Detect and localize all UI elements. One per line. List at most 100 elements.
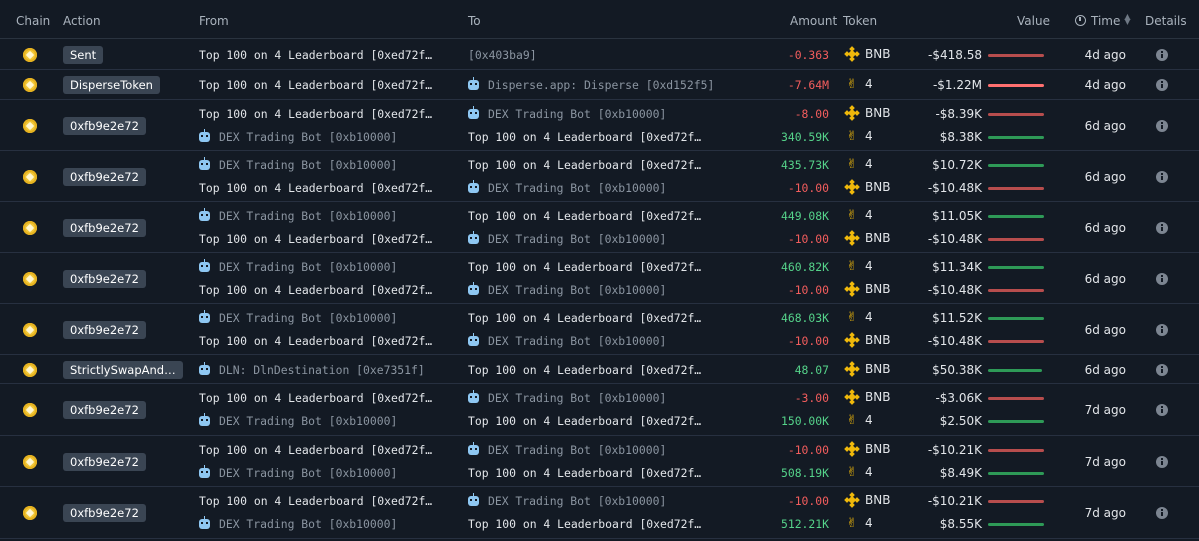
action-badge[interactable]: Sent xyxy=(63,45,104,64)
to-address-link[interactable]: Disperse.app: Disperse [0xd152f5] xyxy=(468,77,714,92)
table-row[interactable]: 0xfb9e2e72 DEX Trading Bot [0xb10000] Top … xyxy=(0,202,1199,253)
action-badge[interactable]: 0xfb9e2e72 xyxy=(63,218,146,237)
from-address-link[interactable]: Top 100 on 4 Leaderboard [0xed72f… xyxy=(199,78,432,92)
token-link[interactable]: ✌ 4 xyxy=(845,465,873,479)
to-address-link[interactable]: Top 100 on 4 Leaderboard [0xed72f… xyxy=(468,311,701,325)
token-link[interactable]: BNB xyxy=(844,229,890,246)
info-icon[interactable] xyxy=(1156,323,1168,336)
from-address-link[interactable]: Top 100 on 4 Leaderboard [0xed72f… xyxy=(199,443,432,457)
token-link[interactable]: BNB xyxy=(844,45,891,62)
from-address-link[interactable]: Top 100 on 4 Leaderboard [0xed72f… xyxy=(199,494,432,508)
from-address-link[interactable]: Top 100 on 4 Leaderboard [0xed72f… xyxy=(199,107,432,121)
action-badge[interactable]: 0xfb9e2e72 xyxy=(63,269,146,288)
from-address-link[interactable]: DEX Trading Bot [0xb10000] xyxy=(199,258,397,274)
table-row[interactable]: 0xfb9e2e72 Top 100 on 4 Leaderboard [0xed… xyxy=(0,436,1199,487)
from-address-link[interactable]: DEX Trading Bot [0xb10000] xyxy=(199,309,397,325)
to-address-link[interactable]: DEX Trading Bot [0xb10000] xyxy=(468,281,667,297)
token-link[interactable]: ✌ 4 xyxy=(845,516,873,530)
to-address-link[interactable]: Top 100 on 4 Leaderboard [0xed72f… xyxy=(468,517,701,531)
action-badge[interactable]: 0xfb9e2e72 xyxy=(63,320,146,339)
from-address-link[interactable]: Top 100 on 4 Leaderboard [0xed72f… xyxy=(199,334,432,348)
info-icon[interactable] xyxy=(1156,455,1168,468)
to-address-link[interactable]: Top 100 on 4 Leaderboard [0xed72f… xyxy=(468,260,701,274)
to-address-link[interactable]: DEX Trading Bot [0xb10000] xyxy=(468,179,666,195)
token-link[interactable]: ✌ 4 xyxy=(845,259,873,273)
from-address-link[interactable]: Top 100 on 4 Leaderboard [0xed72f… xyxy=(199,391,432,405)
from-address-link[interactable]: DEX Trading Bot [0xb10000] xyxy=(199,128,397,144)
header-time-sort[interactable]: Time ▲ ▼ xyxy=(1075,13,1131,28)
from-address-label: DEX Trading Bot [0xb10000] xyxy=(219,414,398,428)
token-link[interactable]: ✌ 4 xyxy=(845,208,873,222)
to-address-link[interactable]: Top 100 on 4 Leaderboard [0xed72f… xyxy=(468,414,701,428)
token-link[interactable]: BNB xyxy=(844,178,890,195)
to-address-link[interactable]: DEX Trading Bot [0xb10000] xyxy=(468,390,666,405)
token-link[interactable]: BNB xyxy=(844,331,890,348)
from-address-link[interactable]: Top 100 on 4 Leaderboard [0xed72f… xyxy=(199,283,432,297)
to-address-link[interactable]: [0x403ba9] xyxy=(468,48,537,62)
from-address-link[interactable]: Top 100 on 4 Leaderboard [0xed72f… xyxy=(199,48,432,62)
token-link[interactable]: ✌ 4 xyxy=(845,413,873,427)
to-address-link[interactable]: DEX Trading Bot [0xb10000] xyxy=(468,105,666,121)
table-row[interactable]: 0xfb9e2e72 DEX Trading Bot [0xb10000] Top … xyxy=(0,253,1199,304)
table-row[interactable]: 0xfb9e2e72 Top 100 on 4 Leaderboard [0xed… xyxy=(0,487,1199,539)
table-row[interactable]: 0xfb9e2e72 Top 100 on 4 Leaderboard [0xed… xyxy=(0,100,1199,151)
table-row[interactable]: StrictlySwapAnd… DLN: DlnDestination [0xe… xyxy=(0,355,1199,384)
value-bar xyxy=(988,339,1044,343)
from-address-label: DEX Trading Bot [0xb10000] xyxy=(219,208,398,223)
token-link[interactable]: BNB xyxy=(844,280,890,297)
table-row[interactable]: 0xfb9e2e72 DEX Trading Bot [0xb10000] Top … xyxy=(0,151,1199,202)
to-address-link[interactable]: Top 100 on 4 Leaderboard [0xed72f… xyxy=(468,209,701,223)
to-address-link[interactable]: Top 100 on 4 Leaderboard [0xed72f… xyxy=(468,130,701,144)
token-link[interactable]: BNB xyxy=(844,440,890,457)
to-address-link[interactable]: DEX Trading Bot [0xb10000] xyxy=(468,441,666,457)
to-address-label: DEX Trading Bot [0xb10000] xyxy=(488,282,667,297)
from-address-label: Top 100 on 4 Leaderboard [0xed72f… xyxy=(199,231,433,246)
info-icon[interactable] xyxy=(1156,363,1168,376)
sort-icon[interactable]: ▲ ▼ xyxy=(1124,13,1130,26)
action-badge[interactable]: 0xfb9e2e72 xyxy=(63,504,146,522)
table-row[interactable]: 0xfb9e2e72 Top 100 on 4 Leaderboard [0xed… xyxy=(0,384,1199,436)
table-row[interactable]: Sent Top 100 on 4 Leaderboard [0xed72f… [0… xyxy=(0,39,1199,70)
from-address-link[interactable]: DEX Trading Bot [0xb10000] xyxy=(199,413,398,428)
from-address-link[interactable]: DEX Trading Bot [0xb10000] xyxy=(199,156,397,172)
to-address-link[interactable]: Top 100 on 4 Leaderboard [0xed72f… xyxy=(468,363,701,377)
token-link[interactable]: BNB xyxy=(844,389,890,405)
from-address-link[interactable]: DLN: DlnDestination [0xe7351f] xyxy=(199,361,425,377)
action-badge[interactable]: StrictlySwapAnd… xyxy=(63,360,183,379)
action-badge[interactable]: 0xfb9e2e72 xyxy=(63,167,146,186)
to-address-link[interactable]: Top 100 on 4 Leaderboard [0xed72f… xyxy=(468,158,701,172)
action-badge[interactable]: 0xfb9e2e72 xyxy=(63,452,146,471)
action-badge[interactable]: DisperseToken xyxy=(63,76,160,94)
info-icon[interactable] xyxy=(1156,48,1168,61)
action-badge[interactable]: 0xfb9e2e72 xyxy=(63,116,146,135)
token-link[interactable]: BNB xyxy=(844,104,890,121)
token-link[interactable]: ✌ 4 xyxy=(845,129,873,143)
info-icon[interactable] xyxy=(1156,119,1168,132)
info-icon[interactable] xyxy=(1156,404,1168,416)
token-symbol: BNB xyxy=(865,46,891,61)
from-address-link[interactable]: Top 100 on 4 Leaderboard [0xed72f… xyxy=(199,181,432,195)
action-badge[interactable]: 0xfb9e2e72 xyxy=(63,401,146,419)
from-address-link[interactable]: DEX Trading Bot [0xb10000] xyxy=(199,516,397,531)
table-row[interactable]: 0xfb9e2e72 DEX Trading Bot [0xb10000] Top … xyxy=(0,304,1199,355)
info-icon[interactable] xyxy=(1156,79,1168,91)
to-address-link[interactable]: DEX Trading Bot [0xb10000] xyxy=(468,230,666,246)
token-link[interactable]: BNB xyxy=(844,360,890,377)
to-address-link[interactable]: DEX Trading Bot [0xb10000] xyxy=(468,332,666,348)
info-icon[interactable] xyxy=(1156,170,1168,183)
token-symbol: 4 xyxy=(865,156,873,171)
to-address-link[interactable]: DEX Trading Bot [0xb10000] xyxy=(468,493,666,508)
info-icon[interactable] xyxy=(1156,221,1168,234)
info-icon[interactable] xyxy=(1156,507,1168,519)
usd-value: -$10.48K xyxy=(927,231,982,246)
token-link[interactable]: ✌ 4 xyxy=(845,310,873,324)
from-address-link[interactable]: DEX Trading Bot [0xb10000] xyxy=(199,207,398,223)
from-address-link[interactable]: DEX Trading Bot [0xb10000] xyxy=(199,464,397,480)
table-row[interactable]: DisperseToken Top 100 on 4 Leaderboard [0… xyxy=(0,70,1199,100)
token-link[interactable]: ✌ 4 xyxy=(845,157,873,171)
to-address-link[interactable]: Top 100 on 4 Leaderboard [0xed72f… xyxy=(468,466,701,480)
from-address-link[interactable]: Top 100 on 4 Leaderboard [0xed72f… xyxy=(199,232,432,246)
token-link[interactable]: BNB xyxy=(844,492,890,508)
token-link[interactable]: ✌ 4 xyxy=(845,77,873,91)
info-icon[interactable] xyxy=(1156,272,1168,285)
